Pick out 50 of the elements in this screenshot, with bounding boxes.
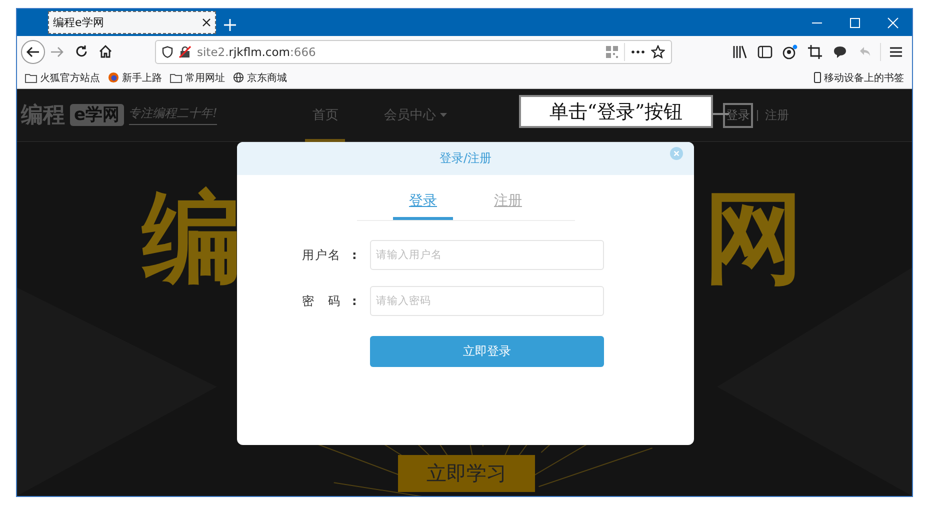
back-button[interactable] bbox=[21, 40, 45, 64]
folder-icon bbox=[25, 72, 37, 82]
bookmark-item[interactable]: 火狐官方站点 bbox=[25, 70, 100, 84]
globe-icon bbox=[233, 72, 244, 83]
learn-button[interactable]: 立即学习 bbox=[398, 455, 535, 492]
home-icon[interactable] bbox=[98, 45, 112, 58]
folder-icon bbox=[170, 72, 182, 82]
field-label: 用户名 bbox=[302, 246, 340, 264]
more-icon[interactable] bbox=[631, 50, 645, 54]
phone-icon bbox=[814, 72, 821, 83]
mobile-bookmarks-item[interactable]: 移动设备上的书签 bbox=[814, 70, 904, 84]
arrow-left-icon bbox=[26, 46, 40, 58]
nav-item[interactable]: 会员中心 bbox=[370, 89, 460, 141]
star-icon[interactable] bbox=[651, 44, 665, 58]
browser-tab[interactable]: 编程e学网 bbox=[48, 11, 216, 34]
leader-line bbox=[713, 113, 729, 115]
bookmark-item[interactable]: 新手上路 bbox=[108, 70, 162, 84]
register-link[interactable]: 注册 bbox=[762, 102, 792, 128]
bookmark-item[interactable]: 常用网址 bbox=[170, 70, 225, 84]
insecure-lock-icon[interactable] bbox=[179, 46, 191, 58]
dialog-tab[interactable]: 登录 bbox=[393, 192, 453, 220]
crop-icon[interactable] bbox=[805, 44, 825, 60]
logo-badge: e学网 bbox=[70, 104, 124, 126]
banner-heading: 编 bbox=[142, 182, 242, 292]
nav-item[interactable]: 首页 bbox=[280, 89, 370, 141]
url-text: site2.rjkflm.com:666 bbox=[197, 44, 317, 58]
slogan-text: 专注编程二十年! bbox=[128, 105, 218, 125]
dialog-title: 登录/注册 bbox=[439, 150, 492, 167]
shield-icon[interactable] bbox=[162, 46, 173, 58]
reload-icon[interactable] bbox=[74, 45, 88, 58]
dialog-tab[interactable]: 注册 bbox=[478, 192, 538, 220]
account-icon[interactable] bbox=[780, 44, 800, 60]
colon-text: : bbox=[352, 248, 358, 262]
login-button[interactable]: 立即登录 bbox=[370, 336, 604, 367]
sidebar-icon[interactable] bbox=[755, 44, 775, 60]
banner-heading: 网 bbox=[704, 182, 804, 292]
login-link[interactable]: 登录 bbox=[723, 102, 753, 128]
password-field[interactable]: 请输入密码 bbox=[370, 286, 604, 316]
username-field[interactable]: 请输入用户名 bbox=[370, 240, 604, 270]
plus-icon[interactable] bbox=[224, 19, 236, 31]
logo-text: 编程 bbox=[21, 101, 65, 130]
close-icon[interactable] bbox=[202, 18, 211, 27]
qr-code-icon[interactable] bbox=[606, 46, 618, 58]
bookmark-item[interactable]: 京东商城 bbox=[233, 70, 287, 84]
colon-text: : bbox=[352, 294, 358, 308]
firefox-icon bbox=[108, 72, 119, 83]
callout-label: 单击“登录”按钮 bbox=[519, 95, 713, 128]
address-bar[interactable]: site2.rjkflm.com:666 bbox=[155, 40, 672, 64]
field-label: 密码 bbox=[302, 292, 340, 310]
arrow-right-icon[interactable] bbox=[50, 46, 64, 58]
